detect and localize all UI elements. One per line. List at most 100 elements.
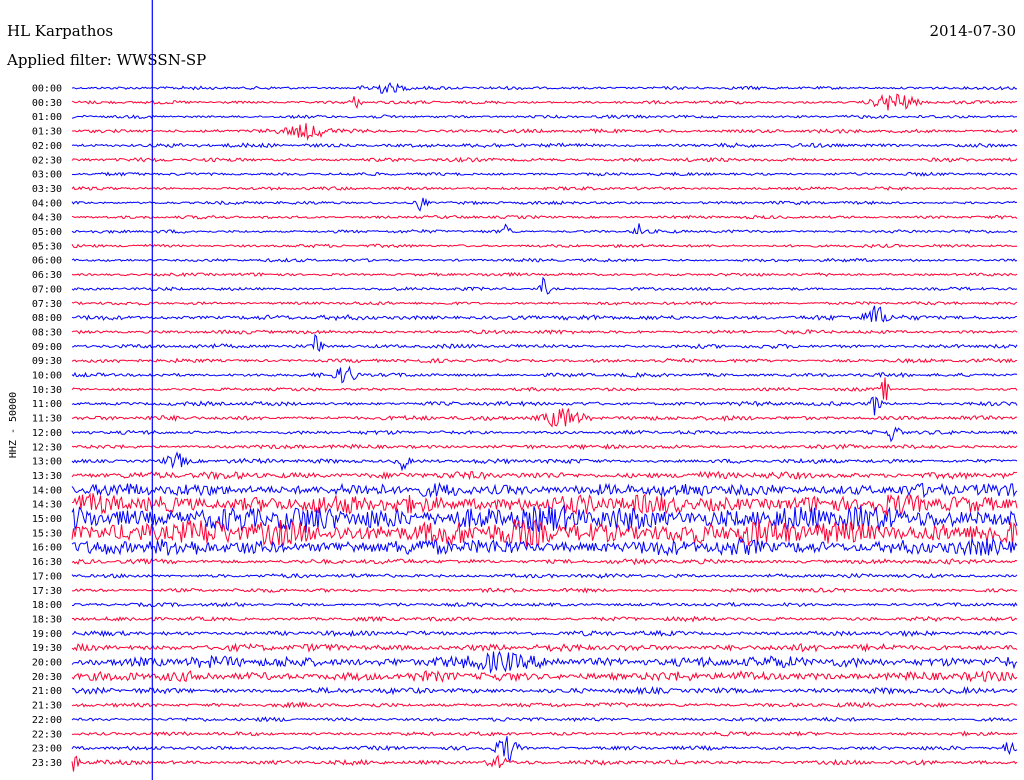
row-time-label: 01:30 — [32, 127, 62, 138]
trace-row-2330 — [71, 754, 1018, 772]
row-time-label: 19:30 — [32, 643, 62, 654]
row-time-label: 18:00 — [32, 600, 62, 611]
row-time-label: 00:00 — [32, 84, 62, 95]
trace-row-1100 — [71, 396, 1018, 416]
row-time-label: 10:00 — [32, 371, 62, 382]
row-time-label: 15:30 — [32, 528, 62, 539]
row-time-label: 17:00 — [32, 571, 62, 582]
row-time-label: 04:00 — [32, 198, 62, 209]
row-time-label: 16:30 — [32, 557, 62, 568]
row-time-label: 01:00 — [32, 112, 62, 123]
row-time-label: 13:00 — [32, 457, 62, 468]
trace-row-0600 — [71, 257, 1018, 263]
row-time-label: 23:00 — [32, 744, 62, 755]
row-time-label: 02:00 — [32, 141, 62, 152]
seismogram-plot: HL Karpathos 2014-07-30 Applied filter: … — [6, 0, 1018, 780]
row-time-label: 21:30 — [32, 701, 62, 712]
trace-row-2030 — [71, 670, 1018, 683]
row-time-label: 06:00 — [32, 256, 62, 267]
trace-row-1000 — [71, 365, 1018, 384]
row-time-label: 17:30 — [32, 586, 62, 597]
row-time-label: 04:30 — [32, 213, 62, 224]
trace-row-0300 — [71, 171, 1018, 177]
station-title: HL Karpathos — [7, 22, 113, 40]
row-time-label: 22:00 — [32, 715, 62, 726]
helicorder-rows — [71, 82, 1018, 772]
row-time-label: 20:30 — [32, 672, 62, 683]
trace-row-0330 — [71, 186, 1018, 192]
row-time-label: 14:30 — [32, 500, 62, 511]
row-time-label: 02:30 — [32, 155, 62, 166]
row-time-label: 11:00 — [32, 399, 62, 410]
trace-row-1600 — [71, 536, 1018, 557]
row-time-label: 20:00 — [32, 658, 62, 669]
row-time-label: 09:30 — [32, 356, 62, 367]
trace-row-2000 — [71, 650, 1018, 674]
trace-row-0500 — [71, 223, 1018, 235]
row-time-label: 03:00 — [32, 170, 62, 181]
row-time-label: 08:30 — [32, 327, 62, 338]
row-time-label: 11:30 — [32, 414, 62, 425]
row-time-label: 14:00 — [32, 485, 62, 496]
trace-row-2130 — [71, 701, 1018, 709]
trace-row-0900 — [71, 333, 1018, 353]
trace-row-0000 — [71, 82, 1018, 94]
trace-row-0930 — [71, 357, 1018, 364]
trace-row-1200 — [71, 426, 1018, 443]
row-time-label: 23:30 — [32, 758, 62, 769]
trace-row-2230 — [71, 730, 1018, 737]
row-time-label: 22:30 — [32, 729, 62, 740]
time-tick-labels: 00:00 00:30 01:00 01:30 02:00 02:30 03:00 03:30… — [32, 84, 62, 769]
row-time-label: 07:00 — [32, 284, 62, 295]
trace-row-2100 — [71, 686, 1018, 696]
trace-row-0200 — [71, 142, 1018, 149]
row-time-label: 09:00 — [32, 342, 62, 353]
row-time-label: 05:30 — [32, 241, 62, 252]
trace-row-0030 — [71, 93, 1018, 111]
row-time-label: 03:30 — [32, 184, 62, 195]
trace-row-0430 — [71, 214, 1018, 220]
trace-row-1800 — [72, 601, 1018, 608]
y-axis-label: HHZ - 50000 — [8, 392, 19, 458]
row-time-label: 21:00 — [32, 686, 62, 697]
trace-row-2300 — [71, 736, 1018, 763]
filter-label: Applied filter: WWSSN-SP — [6, 51, 206, 69]
row-time-label: 00:30 — [32, 98, 62, 109]
trace-row-1300 — [71, 451, 1018, 472]
trace-row-0530 — [71, 243, 1018, 249]
trace-row-0130 — [71, 123, 1018, 141]
trace-row-1530 — [71, 518, 1018, 547]
row-time-label: 07:30 — [32, 299, 62, 310]
row-time-label: 13:30 — [32, 471, 62, 482]
trace-row-1030 — [71, 377, 1018, 401]
trace-row-1700 — [71, 572, 1018, 579]
trace-row-1330 — [71, 470, 1018, 481]
trace-row-1400 — [71, 482, 1018, 499]
trace-row-2200 — [71, 716, 1018, 723]
row-time-label: 08:00 — [32, 313, 62, 324]
trace-row-0830 — [71, 329, 1018, 335]
trace-row-1730 — [71, 587, 1018, 594]
row-time-label: 10:30 — [32, 385, 62, 396]
row-time-label: 12:30 — [32, 442, 62, 453]
row-time-label: 06:30 — [32, 270, 62, 281]
trace-row-1900 — [71, 629, 1018, 638]
date-label: 2014-07-30 — [930, 22, 1016, 40]
trace-row-0100 — [71, 114, 1017, 120]
row-time-label: 05:00 — [32, 227, 62, 238]
row-time-label: 12:00 — [32, 428, 62, 439]
trace-row-1930 — [71, 642, 1018, 653]
trace-row-0700 — [71, 276, 1018, 295]
trace-row-0800 — [71, 305, 1018, 323]
trace-row-1830 — [71, 615, 1018, 623]
trace-row-0730 — [71, 300, 1018, 306]
row-time-label: 18:30 — [32, 614, 62, 625]
trace-row-0230 — [71, 156, 1018, 163]
trace-row-0400 — [71, 197, 1018, 212]
row-time-label: 15:00 — [32, 514, 62, 525]
trace-row-1230 — [71, 443, 1018, 451]
trace-row-0630 — [71, 271, 1018, 278]
row-time-label: 19:00 — [32, 629, 62, 640]
trace-row-1630 — [71, 557, 1018, 566]
row-time-label: 16:00 — [32, 543, 62, 554]
